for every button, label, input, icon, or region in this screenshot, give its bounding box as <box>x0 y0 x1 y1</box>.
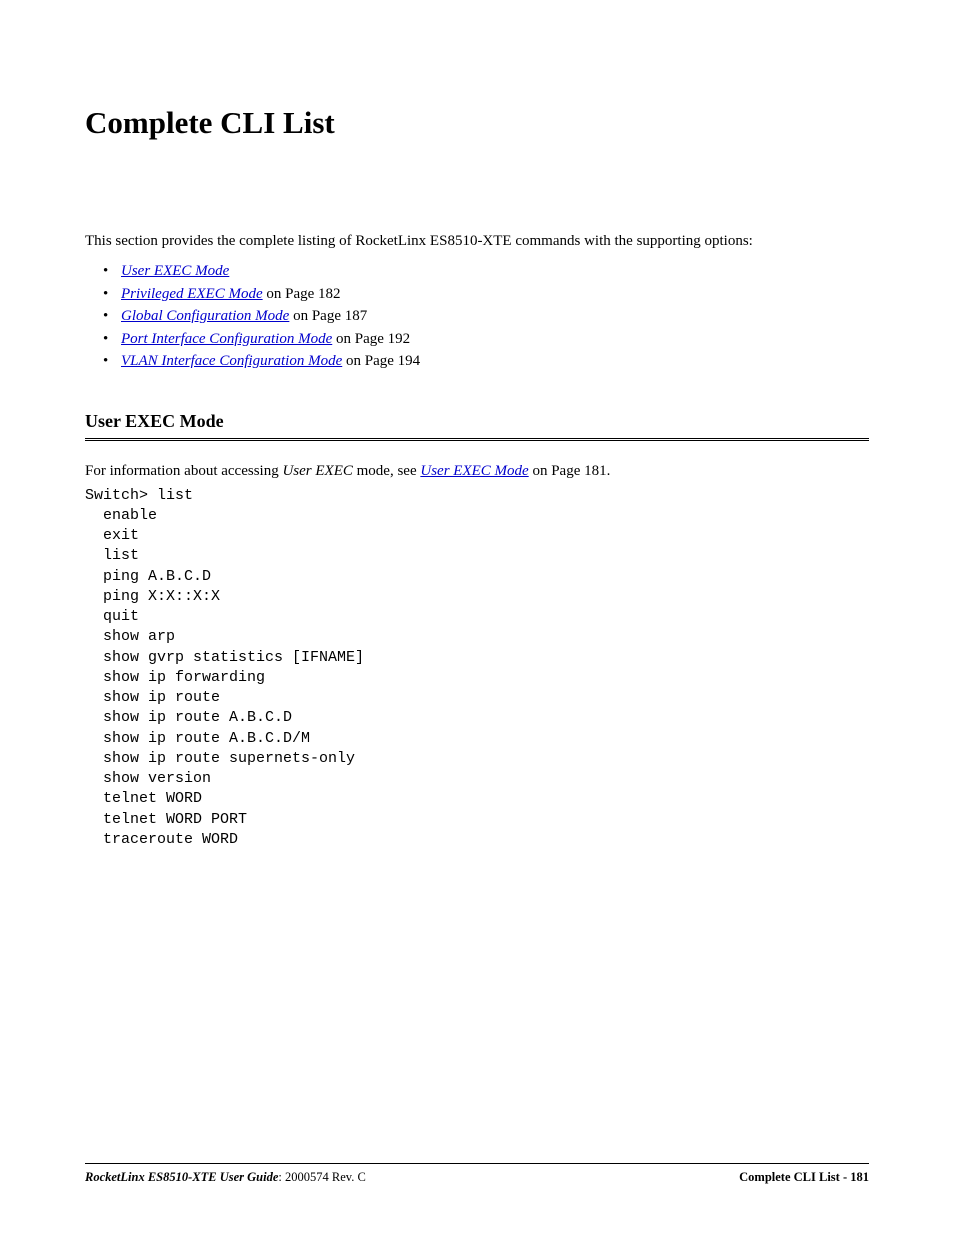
toc-link-port-interface[interactable]: Port Interface Configuration Mode <box>121 331 332 347</box>
toc-link-privileged-exec[interactable]: Privileged EXEC Mode <box>121 286 263 302</box>
footer-left: RocketLinx ES8510-XTE User Guide: 200057… <box>85 1170 366 1185</box>
footer-doc-rev: : 2000574 Rev. C <box>278 1170 365 1184</box>
section-intro-italic: User EXEC <box>282 463 352 479</box>
toc-item: Privileged EXEC Mode on Page 182 <box>103 283 869 306</box>
section-rule <box>85 438 869 441</box>
toc-list: User EXEC Mode Privileged EXEC Mode on P… <box>85 260 869 373</box>
toc-suffix: on Page 182 <box>263 286 341 302</box>
page-title: Complete CLI List <box>85 105 869 141</box>
toc-item: Port Interface Configuration Mode on Pag… <box>103 328 869 351</box>
section-heading-user-exec: User EXEC Mode <box>85 411 869 432</box>
footer-doc-title: RocketLinx ES8510-XTE User Guide <box>85 1170 278 1184</box>
section-intro-mid: mode, see <box>353 463 420 479</box>
cli-code-block: Switch> list enable exit list ping A.B.C… <box>85 486 869 851</box>
footer-right: Complete CLI List - 181 <box>739 1170 869 1185</box>
toc-item: Global Configuration Mode on Page 187 <box>103 305 869 328</box>
intro-text: This section provides the complete listi… <box>85 231 869 252</box>
toc-suffix: on Page 187 <box>289 308 367 324</box>
toc-item: User EXEC Mode <box>103 260 869 283</box>
toc-link-vlan-interface[interactable]: VLAN Interface Configuration Mode <box>121 353 342 369</box>
section-intro-suffix: on Page 181. <box>529 463 611 479</box>
section-intro-link[interactable]: User EXEC Mode <box>420 463 528 479</box>
section-intro-prefix: For information about accessing <box>85 463 282 479</box>
toc-suffix: on Page 192 <box>332 331 410 347</box>
page-footer: RocketLinx ES8510-XTE User Guide: 200057… <box>85 1163 869 1185</box>
toc-suffix: on Page 194 <box>342 353 420 369</box>
toc-link-global-config[interactable]: Global Configuration Mode <box>121 308 289 324</box>
toc-item: VLAN Interface Configuration Mode on Pag… <box>103 350 869 373</box>
toc-link-user-exec[interactable]: User EXEC Mode <box>121 263 229 279</box>
section-intro: For information about accessing User EXE… <box>85 463 869 480</box>
